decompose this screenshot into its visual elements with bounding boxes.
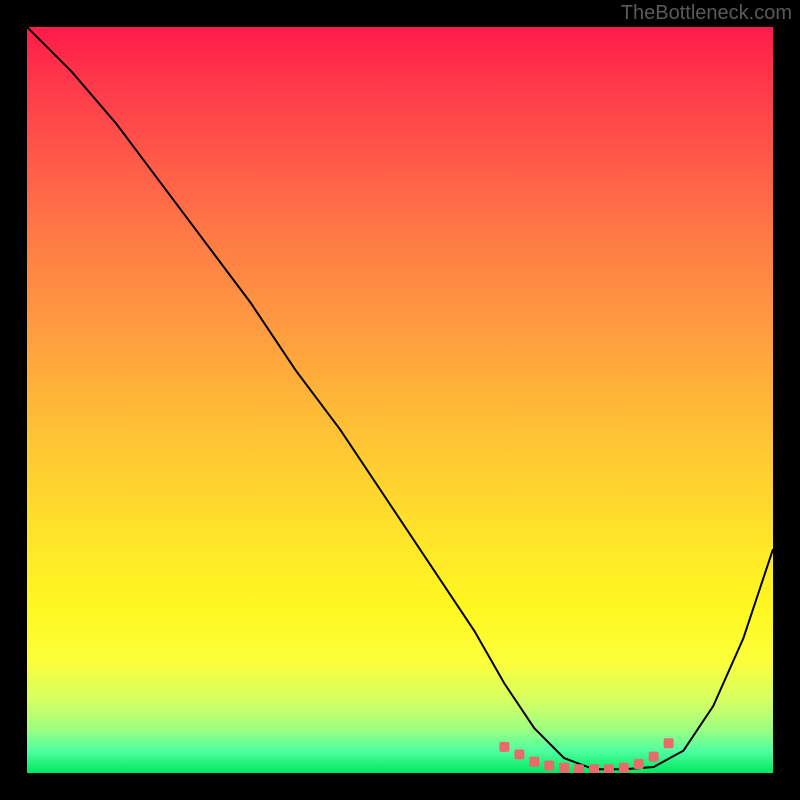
bottleneck-curve-line bbox=[27, 27, 773, 769]
chart-svg bbox=[27, 27, 773, 773]
watermark-text: TheBottleneck.com bbox=[621, 2, 792, 25]
chart-plot-area bbox=[27, 27, 773, 773]
